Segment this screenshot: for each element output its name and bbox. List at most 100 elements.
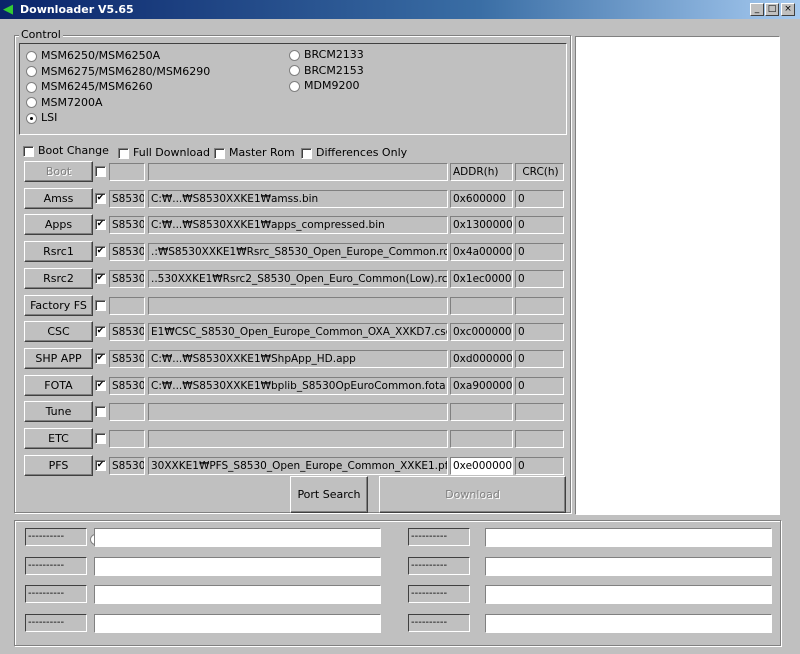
row-checkbox[interactable]: ✔ — [95, 460, 106, 471]
option-checkbox[interactable]: Differences Only — [301, 145, 407, 161]
crc-field: 0 — [515, 350, 564, 368]
address-field[interactable] — [450, 403, 513, 421]
file-button[interactable]: PFS — [24, 455, 93, 476]
file-button[interactable]: FOTA — [24, 375, 93, 396]
radio-button[interactable] — [289, 80, 300, 92]
file-button[interactable]: SHP APP — [24, 348, 93, 369]
chipset-label: MSM6275/MSM6280/MSM6290 — [41, 64, 211, 78]
chipset-label: MDM9200 — [304, 79, 360, 92]
chipset-option[interactable]: MSM7200A — [26, 95, 210, 111]
address-field[interactable]: 0xe0000000 — [450, 457, 513, 475]
model-field: S8530 — [109, 216, 145, 234]
address-field[interactable] — [450, 297, 513, 315]
radio-button[interactable] — [289, 49, 300, 61]
option-checkbox[interactable]: Boot Change — [23, 143, 109, 159]
close-button[interactable]: × — [781, 3, 795, 16]
option-checkbox[interactable]: Master Rom — [214, 145, 295, 161]
file-path-field[interactable]: 30XXKE1₩PFS_S8530_Open_Europe_Common_XXK… — [148, 457, 448, 475]
option-checkbox[interactable]: Full Download — [118, 145, 210, 161]
file-button[interactable]: Factory FS — [24, 295, 93, 316]
title-bar: ◀ Downloader V5.65 — [0, 0, 800, 19]
port-search-button[interactable]: Port Search — [290, 476, 368, 513]
model-field: S8530 — [109, 243, 145, 261]
chipset-option[interactable]: MSM6275/MSM6280/MSM6290 — [26, 64, 210, 80]
crc-field: 0 — [515, 216, 564, 234]
file-path-field[interactable] — [148, 403, 448, 421]
address-field[interactable]: 0x600000 — [450, 190, 513, 208]
radio-button[interactable] — [289, 65, 300, 76]
chipset-option[interactable]: BRCM2133 — [289, 47, 364, 63]
row-checkbox[interactable]: ✔ — [95, 219, 106, 230]
control-label: Control — [19, 28, 63, 41]
model-field — [109, 430, 145, 448]
crc-field: 0 — [515, 377, 564, 395]
row-checkbox[interactable]: ✔ — [95, 273, 106, 284]
crc-field — [515, 297, 564, 315]
checkbox[interactable] — [118, 147, 129, 159]
file-path-field[interactable]: E1₩CSC_S8530_Open_Europe_Common_OXA_XXKD… — [148, 323, 448, 341]
file-button[interactable]: ETC — [24, 428, 93, 449]
row-checkbox[interactable]: ✔ — [95, 193, 106, 204]
file-button[interactable]: CSC — [24, 321, 93, 342]
port-label: ---------- — [25, 614, 87, 632]
minimize-button[interactable]: _ — [750, 3, 764, 16]
file-button[interactable]: Rsrc2 — [24, 268, 93, 289]
file-path-field[interactable]: .:₩S8530XXKE1₩Rsrc_S8530_Open_Europe_Com… — [148, 243, 448, 261]
chipset-label: LSI — [41, 111, 58, 124]
file-button[interactable]: Rsrc1 — [24, 241, 93, 262]
radio-button[interactable] — [26, 112, 37, 124]
chipset-option[interactable]: LSI — [26, 110, 210, 126]
port-label: ---------- — [408, 557, 470, 575]
address-field[interactable]: 0x4a00000 — [450, 243, 513, 261]
crc-field: 0 — [515, 243, 564, 261]
file-path-field[interactable]: C:₩...₩S8530XXKE1₩amss.bin — [148, 190, 448, 208]
address-field[interactable]: 0xa900000 — [450, 377, 513, 395]
file-button[interactable]: Amss — [24, 188, 93, 209]
file-path-field[interactable]: C:₩...₩S8530XXKE1₩ShpApp_HD.app — [148, 350, 448, 368]
port-label: ---------- — [408, 585, 470, 603]
file-button[interactable]: Tune — [24, 401, 93, 422]
crc-header: CRC(h) — [515, 163, 564, 181]
chipset-option[interactable]: BRCM2153 — [289, 63, 364, 79]
file-button[interactable]: Apps — [24, 214, 93, 235]
row-checkbox[interactable]: ✔ — [95, 326, 106, 337]
chipset-option[interactable]: MSM6245/MSM6260 — [26, 79, 210, 95]
port-label: ---------- — [25, 528, 87, 546]
row-checkbox[interactable] — [95, 166, 106, 177]
file-path-field[interactable] — [148, 297, 448, 315]
row-checkbox[interactable]: ✔ — [95, 380, 106, 391]
address-field[interactable]: 0x1ec00000 — [450, 270, 513, 288]
radio-button[interactable] — [26, 66, 37, 77]
file-button[interactable]: Boot — [24, 161, 93, 182]
file-path-field[interactable] — [148, 430, 448, 448]
file-path-field[interactable]: C:₩...₩S8530XXKE1₩bplib_S8530OpEuroCommo… — [148, 377, 448, 395]
maximize-button[interactable]: □ — [765, 3, 779, 16]
chipset-option[interactable]: MDM9200 — [289, 78, 364, 94]
chipset-option[interactable]: MSM6250/MSM6250A — [26, 48, 210, 64]
checkbox[interactable] — [23, 145, 34, 157]
row-checkbox[interactable]: ✔ — [95, 353, 106, 364]
row-checkbox[interactable] — [95, 433, 106, 444]
crc-field — [515, 430, 564, 448]
row-checkbox[interactable] — [95, 300, 106, 311]
file-path-field[interactable] — [148, 163, 448, 181]
port-label: ---------- — [25, 585, 87, 603]
file-path-field[interactable]: ..530XXKE1₩Rsrc2_S8530_Open_Euro_Common(… — [148, 270, 448, 288]
row-checkbox[interactable]: ✔ — [95, 246, 106, 257]
crc-field: 0 — [515, 270, 564, 288]
checkbox[interactable] — [214, 147, 225, 159]
download-button[interactable]: Download — [379, 476, 566, 513]
file-path-field[interactable]: C:₩...₩S8530XXKE1₩apps_compressed.bin — [148, 216, 448, 234]
address-field[interactable]: 0xd0000000 — [450, 350, 513, 368]
address-field[interactable]: 0xc0000000 — [450, 323, 513, 341]
chipset-label: MSM7200A — [41, 95, 103, 109]
checkbox[interactable] — [301, 147, 312, 159]
row-checkbox[interactable] — [95, 406, 106, 417]
crc-field — [515, 403, 564, 421]
model-field: S8530 — [109, 323, 145, 341]
radio-button[interactable] — [26, 81, 37, 93]
address-field[interactable] — [450, 430, 513, 448]
radio-button[interactable] — [26, 50, 37, 62]
radio-button[interactable] — [26, 97, 37, 108]
address-field[interactable]: 0x1300000 — [450, 216, 513, 234]
